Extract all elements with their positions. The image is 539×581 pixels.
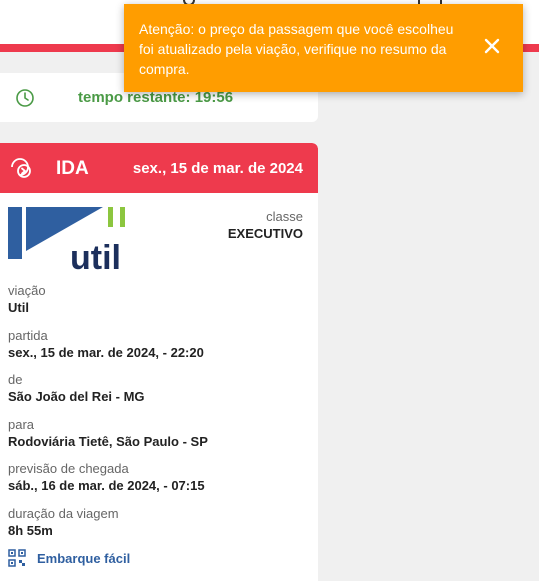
trip-date: sex., 15 de mar. de 2024 — [132, 160, 303, 177]
qr-code-icon — [8, 549, 26, 567]
field-value-origin: São João del Rei - MG — [8, 389, 145, 404]
field-value-departure: sex., 15 de mar. de 2024, - 22:20 — [8, 345, 204, 360]
field-value-arrival: sáb., 16 de mar. de 2024, - 07:15 — [8, 478, 205, 493]
field-label-origin: de — [8, 372, 23, 387]
field-label-company: viação — [8, 283, 46, 298]
field-value-duration: 8h 55m — [8, 523, 53, 538]
logo-wordmark: util — [70, 239, 121, 271]
class-value: EXECUTIVO — [227, 226, 303, 241]
trip-header: IDA sex., 15 de mar. de 2024 — [0, 143, 318, 193]
trip-direction: IDA — [56, 158, 89, 179]
field-label-arrival: previsão de chegada — [8, 461, 129, 476]
field-value-company: Util — [8, 300, 29, 315]
easy-boarding-link[interactable]: Embarque fácil — [8, 549, 130, 567]
close-icon[interactable] — [483, 37, 501, 55]
toast-message: Atenção: o preço da passagem que você es… — [139, 21, 454, 77]
route-icon — [11, 158, 31, 178]
class-label: classe — [266, 209, 303, 224]
price-update-toast: Atenção: o preço da passagem que você es… — [124, 4, 523, 92]
field-label-duration: duração da viagem — [8, 506, 119, 521]
field-value-destination: Rodoviária Tietê, São Paulo - SP — [8, 434, 208, 449]
field-label-departure: partida — [8, 328, 48, 343]
bus-company-logo: util — [8, 207, 125, 271]
clock-icon — [16, 89, 34, 107]
field-label-destination: para — [8, 417, 35, 432]
easy-boarding-label: Embarque fácil — [37, 550, 131, 566]
trip-card: IDA sex., 15 de mar. de 2024 util classe… — [0, 143, 318, 581]
